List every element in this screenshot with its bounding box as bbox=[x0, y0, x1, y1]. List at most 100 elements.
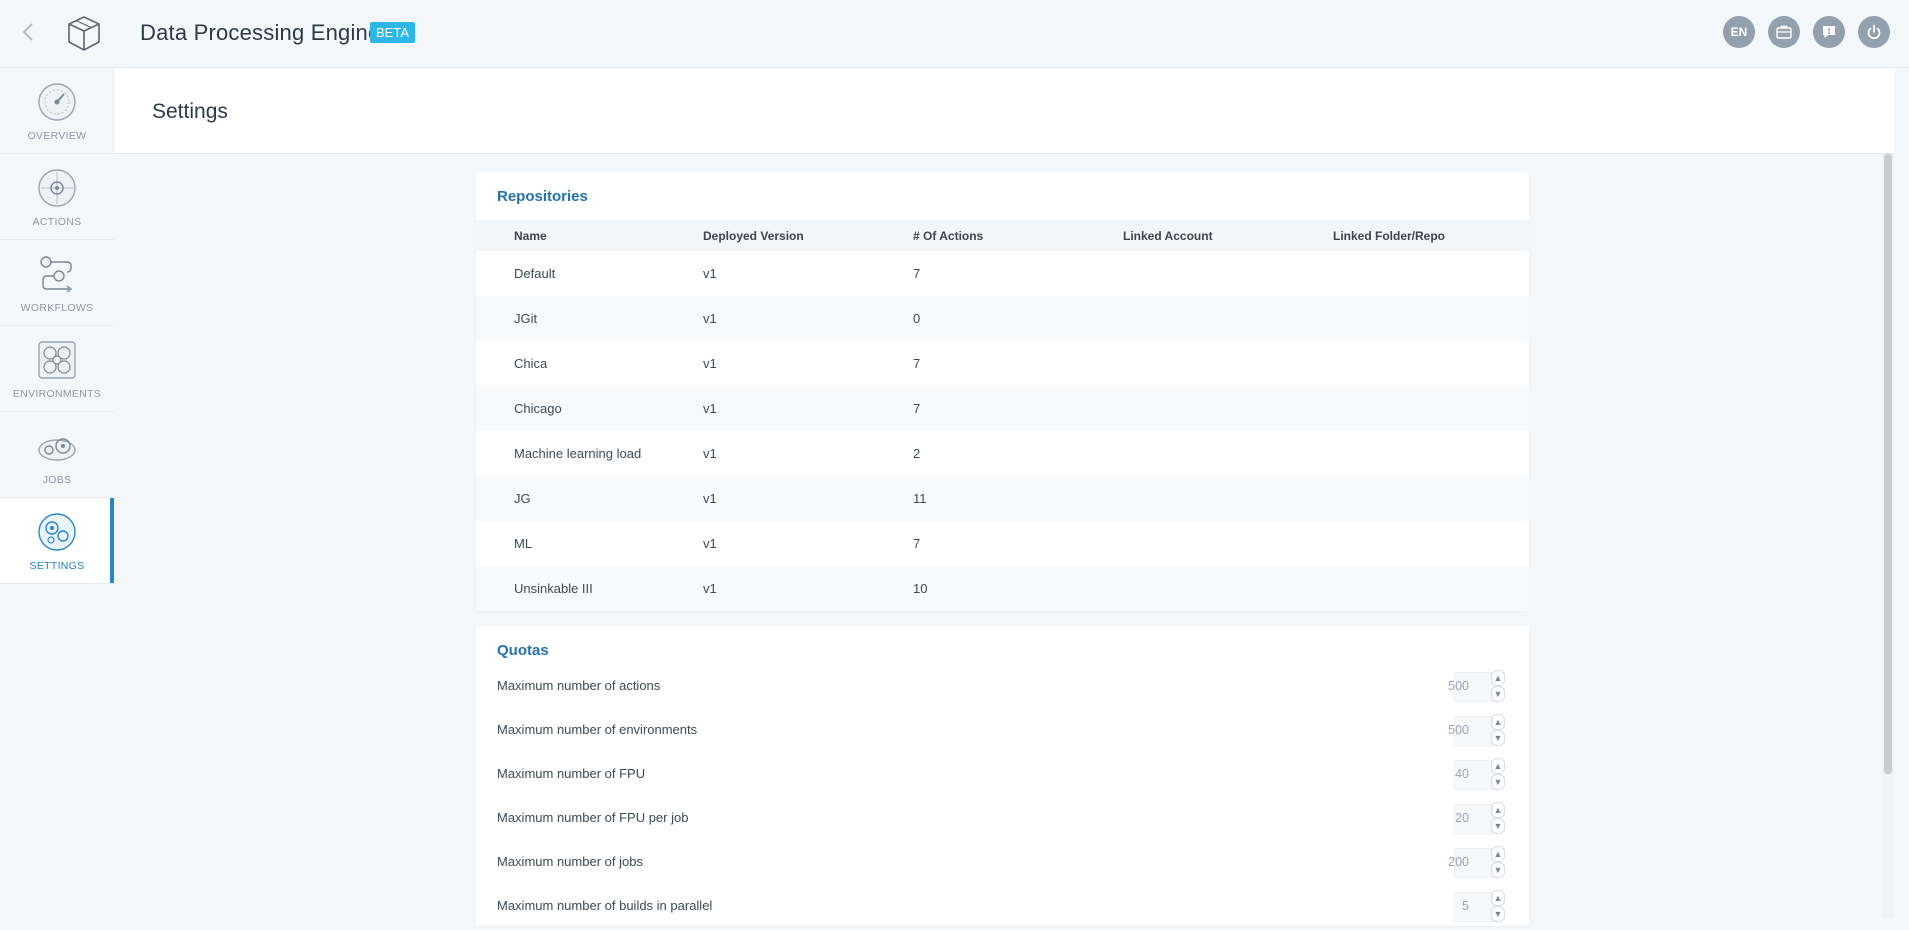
quotas-card: Quotas Maximum number of actions 500 ▲ ▼… bbox=[476, 626, 1529, 926]
sidebar-item-label: WORKFLOWS bbox=[20, 302, 94, 314]
repo-actions-count: 0 bbox=[913, 311, 921, 326]
quota-stepper[interactable]: ▲ ▼ bbox=[1491, 758, 1505, 790]
repo-name: Chicago bbox=[514, 401, 562, 416]
quota-value: 200 bbox=[1448, 855, 1469, 869]
quota-row: Maximum number of actions 500 ▲ ▼ bbox=[476, 666, 1529, 710]
repo-version: v1 bbox=[703, 356, 717, 371]
repo-actions-count: 2 bbox=[913, 446, 921, 461]
sidebar-item-settings[interactable]: SETTINGS bbox=[0, 498, 114, 584]
repo-version: v1 bbox=[703, 311, 717, 326]
repo-name: Unsinkable III bbox=[514, 581, 593, 596]
settings-icon bbox=[38, 513, 76, 551]
decrement-icon[interactable]: ▼ bbox=[1491, 774, 1505, 790]
increment-icon[interactable]: ▲ bbox=[1491, 890, 1505, 906]
sidebar-item-overview[interactable]: OVERVIEW bbox=[0, 68, 114, 154]
quota-row: Maximum number of FPU 40 ▲ ▼ bbox=[476, 754, 1529, 798]
repo-name: JG bbox=[514, 491, 531, 506]
increment-icon[interactable]: ▲ bbox=[1491, 758, 1505, 774]
quota-value: 500 bbox=[1448, 679, 1469, 693]
quota-stepper[interactable]: ▲ ▼ bbox=[1491, 802, 1505, 834]
repo-name: Default bbox=[514, 266, 556, 281]
quota-label: Maximum number of FPU per job bbox=[497, 810, 689, 825]
decrement-icon[interactable]: ▼ bbox=[1491, 730, 1505, 746]
table-row[interactable]: Machine learning load v1 2 bbox=[476, 431, 1529, 476]
sidebar-item-label: ENVIRONMENTS bbox=[12, 388, 102, 400]
gears-icon bbox=[38, 438, 76, 461]
repo-name: Machine learning load bbox=[514, 446, 642, 461]
beta-badge: BETA bbox=[370, 22, 415, 43]
table-row[interactable]: Default v1 7 bbox=[476, 251, 1529, 296]
quota-row: Maximum number of environments 500 ▲ ▼ bbox=[476, 710, 1529, 754]
decrement-icon[interactable]: ▼ bbox=[1491, 686, 1505, 702]
repo-actions-count: 7 bbox=[913, 266, 921, 281]
repo-version: v1 bbox=[703, 581, 717, 596]
repo-name: Chica bbox=[514, 356, 548, 371]
increment-icon[interactable]: ▲ bbox=[1491, 670, 1505, 686]
language-button[interactable]: EN bbox=[1723, 16, 1755, 48]
logout-button[interactable] bbox=[1858, 16, 1890, 48]
target-icon bbox=[38, 169, 76, 207]
quota-row: Maximum number of jobs 200 ▲ ▼ bbox=[476, 842, 1529, 886]
top-bar: Data Processing Engine BETA EN bbox=[0, 0, 1909, 68]
scrollbar-thumb[interactable] bbox=[1884, 154, 1892, 774]
power-icon bbox=[1867, 24, 1881, 40]
quota-label: Maximum number of jobs bbox=[497, 854, 643, 869]
sidebar-item-actions[interactable]: ACTIONS bbox=[0, 154, 114, 240]
chevron-left-icon bbox=[22, 23, 33, 41]
quota-stepper[interactable]: ▲ ▼ bbox=[1491, 890, 1505, 922]
repo-version: v1 bbox=[703, 446, 717, 461]
quota-value: 500 bbox=[1448, 723, 1469, 737]
sidebar-item-jobs[interactable]: JOBS bbox=[0, 412, 114, 498]
quota-label: Maximum number of environments bbox=[497, 722, 698, 737]
column-header[interactable]: Deployed Version bbox=[703, 229, 804, 243]
back-button[interactable] bbox=[14, 18, 42, 46]
table-header: Name Deployed Version # Of Actions Linke… bbox=[476, 220, 1529, 251]
quota-label: Maximum number of actions bbox=[497, 678, 661, 693]
repo-actions-count: 11 bbox=[913, 491, 927, 506]
page-title: Settings bbox=[152, 100, 228, 123]
increment-icon[interactable]: ▲ bbox=[1491, 802, 1505, 818]
app-title: Data Processing Engine bbox=[140, 20, 381, 45]
sidebar-item-label: JOBS bbox=[42, 474, 72, 486]
page-header: Settings bbox=[115, 68, 1894, 154]
table-row[interactable]: JGit v1 0 bbox=[476, 296, 1529, 341]
column-header[interactable]: # Of Actions bbox=[913, 229, 983, 243]
quota-stepper[interactable]: ▲ ▼ bbox=[1491, 714, 1505, 746]
decrement-icon[interactable]: ▼ bbox=[1491, 818, 1505, 834]
table-row[interactable]: Chicago v1 7 bbox=[476, 386, 1529, 431]
decrement-icon[interactable]: ▼ bbox=[1491, 906, 1505, 922]
briefcase-icon bbox=[1776, 25, 1792, 39]
table-row[interactable]: ML v1 7 bbox=[476, 521, 1529, 566]
sidebar-item-workflows[interactable]: WORKFLOWS bbox=[0, 240, 114, 326]
cube-logo-icon bbox=[68, 16, 100, 51]
workspace-button[interactable] bbox=[1768, 16, 1800, 48]
repo-version: v1 bbox=[703, 266, 717, 281]
repo-version: v1 bbox=[703, 491, 717, 506]
repositories-title: Repositories bbox=[497, 188, 588, 205]
quota-stepper[interactable]: ▲ ▼ bbox=[1491, 846, 1505, 878]
sidebar: OVERVIEW ACTIONS WORKFLOWS ENVIRONMENTS … bbox=[0, 68, 114, 918]
repo-actions-count: 10 bbox=[913, 581, 928, 596]
cluster-icon bbox=[38, 341, 76, 379]
support-button[interactable] bbox=[1813, 16, 1845, 48]
table-row[interactable]: Chica v1 7 bbox=[476, 341, 1529, 386]
decrement-icon[interactable]: ▼ bbox=[1491, 862, 1505, 878]
increment-icon[interactable]: ▲ bbox=[1491, 846, 1505, 862]
column-header[interactable]: Name bbox=[514, 229, 547, 243]
table-row[interactable]: Unsinkable III v1 10 bbox=[476, 566, 1529, 611]
table-row[interactable]: JG v1 11 bbox=[476, 476, 1529, 521]
sidebar-item-environments[interactable]: ENVIRONMENTS bbox=[0, 326, 114, 412]
sidebar-item-label: ACTIONS bbox=[32, 216, 82, 228]
sidebar-item-label: OVERVIEW bbox=[27, 130, 87, 142]
increment-icon[interactable]: ▲ bbox=[1491, 714, 1505, 730]
column-header[interactable]: Linked Folder/Repo bbox=[1333, 229, 1445, 243]
quotas-title: Quotas bbox=[497, 642, 549, 659]
repo-actions-count: 7 bbox=[913, 536, 921, 551]
quota-stepper[interactable]: ▲ ▼ bbox=[1491, 670, 1505, 702]
repo-name: JGit bbox=[514, 311, 538, 326]
flow-icon bbox=[40, 256, 73, 293]
quota-value: 5 bbox=[1462, 899, 1469, 913]
column-header[interactable]: Linked Account bbox=[1123, 229, 1213, 243]
speedometer-icon bbox=[38, 83, 76, 121]
quota-row: Maximum number of builds in parallel 5 ▲… bbox=[476, 886, 1529, 930]
